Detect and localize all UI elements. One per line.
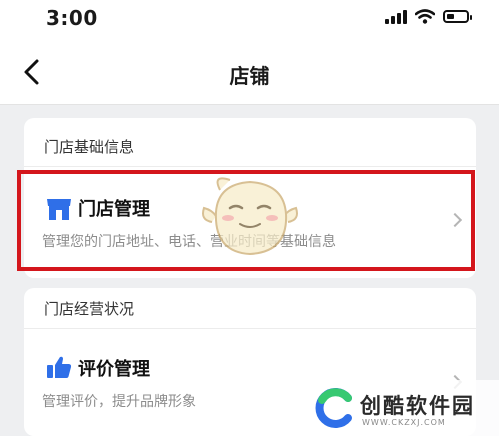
thumbs-up-icon [47,356,72,378]
section-label-store-basic: 门店基础信息 [44,138,135,156]
review-management-desc: 管理评价，提升品牌形象 [42,394,196,410]
status-bar: 3:00 [0,0,499,40]
chevron-right-icon [447,212,463,228]
store-icon [47,199,71,220]
wifi-icon [415,9,435,24]
store-basic-card: 门店基础信息 门店管理 管理您的门店地址、电话、营业时间等基础信息 [24,118,476,278]
nav-bar: 店铺 [0,40,499,105]
store-management-item[interactable]: 门店管理 管理您的门店地址、电话、营业时间等基础信息 [24,167,476,278]
store-management-title: 门店管理 [78,199,150,220]
watermark-url: WWW.CKZXJ.COM [362,418,446,427]
signal-icon [385,9,407,24]
section-label-store-operation: 门店经营状况 [44,300,135,318]
review-management-title: 评价管理 [78,359,150,380]
battery-icon [443,10,472,23]
page-title: 店铺 [229,64,270,88]
status-icons [385,9,472,24]
status-time: 3:00 [46,6,98,30]
watermark-logo-icon [315,388,352,428]
watermark-name: 创酷软件园 [360,394,475,418]
store-management-desc: 管理您的门店地址、电话、营业时间等基础信息 [42,234,336,250]
